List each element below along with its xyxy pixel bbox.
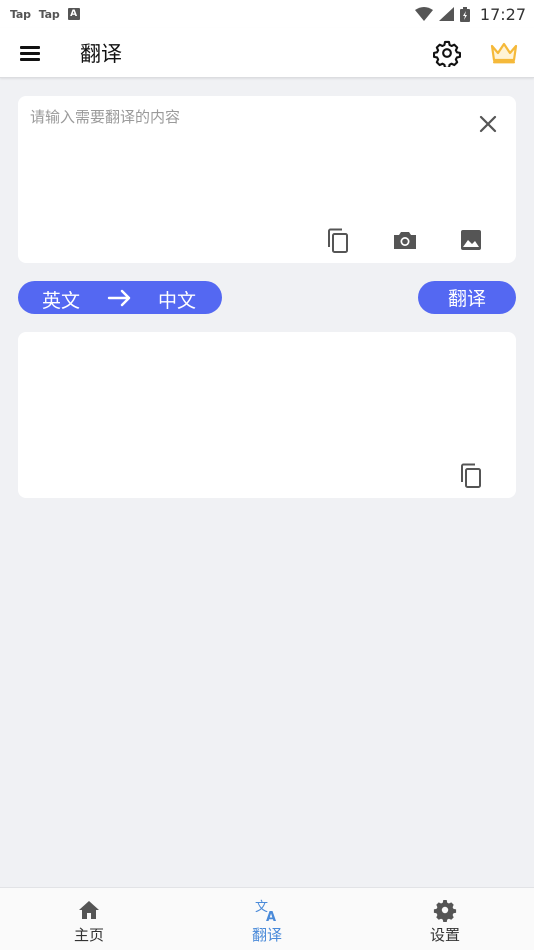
nav-label-home: 主页 [73, 926, 104, 944]
nav-item-settings[interactable]: 设置 [385, 888, 505, 950]
svg-text:A: A [266, 910, 276, 922]
wifi-icon [414, 7, 433, 21]
page-title: 翻译 [80, 42, 122, 66]
app-bar: 翻译 [0, 28, 534, 78]
a-notification-icon: A [67, 8, 80, 20]
language-selector: 英文 中文 [18, 281, 222, 314]
bottom-navigation: 主页 文 A 翻译 设置 [0, 887, 534, 950]
hamburger-menu-icon [20, 58, 40, 61]
output-card [18, 332, 516, 498]
source-language[interactable]: 英文 [42, 286, 80, 313]
gear-icon [433, 40, 461, 69]
translation-result [30, 342, 500, 462]
crown-icon [490, 42, 518, 64]
signal-icon [438, 7, 454, 21]
copy-icon [461, 463, 481, 488]
camera-button[interactable] [392, 229, 418, 251]
vip-button[interactable] [489, 40, 519, 66]
taptap-notification-icon: Tap [10, 7, 31, 21]
hamburger-menu-icon [20, 46, 40, 49]
translate-icon: 文 A [255, 900, 276, 922]
paste-icon [328, 228, 348, 253]
settings-button[interactable] [433, 39, 461, 69]
camera-icon [394, 232, 416, 249]
status-notifications: Tap Tap A [10, 8, 80, 21]
gear-icon [433, 900, 457, 922]
home-icon [79, 901, 99, 919]
swap-arrow-icon[interactable] [107, 289, 133, 307]
translate-button[interactable]: 翻译 [418, 281, 516, 314]
nav-label-settings: 设置 [429, 926, 460, 944]
status-bar: Tap Tap A 17:27 [0, 0, 534, 28]
input-card [18, 96, 516, 263]
close-icon [479, 115, 497, 133]
status-system: 17:27 [414, 4, 526, 24]
menu-button[interactable] [18, 41, 44, 65]
hamburger-menu-icon [20, 52, 40, 55]
clear-button[interactable] [478, 114, 498, 134]
copy-button[interactable] [459, 463, 483, 489]
taptap-notification-icon: Tap [38, 7, 60, 21]
target-language[interactable]: 中文 [158, 286, 196, 313]
nav-item-translate[interactable]: 文 A 翻译 [207, 888, 327, 950]
image-button[interactable] [459, 228, 483, 252]
nav-label-translate: 翻译 [251, 926, 282, 944]
nav-item-home[interactable]: 主页 [29, 888, 149, 950]
battery-charging-icon [459, 6, 470, 22]
source-text-input[interactable] [30, 106, 460, 216]
status-time: 17:27 [479, 4, 526, 24]
paste-button[interactable] [326, 228, 350, 254]
image-icon [461, 230, 481, 250]
